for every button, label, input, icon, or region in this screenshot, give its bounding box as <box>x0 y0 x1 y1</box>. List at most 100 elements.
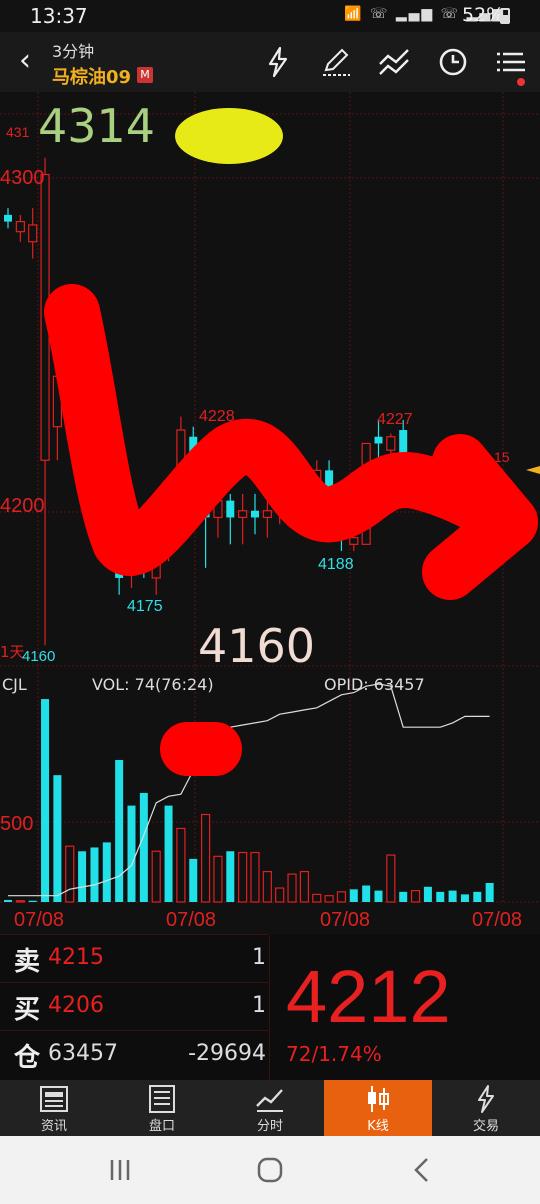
candle-body <box>262 510 272 519</box>
clock-icon[interactable] <box>435 44 471 80</box>
volume-bar <box>78 851 87 902</box>
volume-bar <box>336 891 347 903</box>
tab-orderbook[interactable]: 盘口 <box>108 1080 216 1136</box>
back-nav-icon <box>414 1158 428 1182</box>
candle-body <box>349 537 359 545</box>
tab-label: 分时 <box>256 1119 283 1134</box>
yellow-scribble <box>175 108 283 164</box>
battery-icon <box>500 8 510 24</box>
candle-body <box>386 436 396 451</box>
low-marker: 4160 <box>22 648 55 665</box>
oi-change: -29694 <box>188 1041 266 1066</box>
back-nav-button[interactable] <box>402 1152 442 1188</box>
handwritten-low: 4160 <box>198 619 315 673</box>
instrument-name[interactable]: 马棕油09 <box>52 63 131 89</box>
volume-bar <box>460 894 469 902</box>
bid-row[interactable]: 买 4206 1 <box>0 982 268 1030</box>
candle-body <box>226 500 235 518</box>
tab-label: 盘口 <box>148 1119 175 1134</box>
quote-panel: 卖 4215 1 买 4206 1 仓 63457 -29694 4212 72… <box>0 934 540 1080</box>
orderbook-icon <box>149 1085 175 1113</box>
bid-price: 4206 <box>48 993 104 1018</box>
handwritten-high: 4314 <box>38 99 155 153</box>
high-marker: 431 <box>6 124 30 140</box>
tab-kline[interactable]: K线 <box>324 1080 432 1136</box>
volume-bar <box>362 885 371 902</box>
candle-body <box>4 214 12 222</box>
annotation-4175: 4175 <box>127 598 163 615</box>
chart-canvas[interactable]: 4300 4200 431 1天 4160 15 4228 4227 4175 … <box>0 92 540 934</box>
kline-chart[interactable]: 4300 4200 431 1天 4160 15 4228 4227 4175 … <box>0 92 540 934</box>
volume-bar <box>65 845 75 903</box>
candle-body <box>238 510 248 519</box>
volume-bar <box>102 842 111 902</box>
period-label[interactable]: 3分钟 <box>52 38 94 62</box>
indicator-icon[interactable] <box>376 44 412 80</box>
ask-row[interactable]: 卖 4215 1 <box>0 934 268 982</box>
volume-bar <box>262 870 272 903</box>
axis-label-4300: 4300 <box>0 167 45 189</box>
date-label: 07/08 <box>320 909 370 931</box>
volume-bar <box>4 899 12 902</box>
quote-divider <box>269 934 270 1080</box>
tab-trade[interactable]: 交易 <box>432 1080 540 1136</box>
volume-layer <box>4 699 494 903</box>
volume-bar <box>436 891 445 902</box>
volume-bar <box>201 813 211 903</box>
volume-bar <box>189 858 198 902</box>
volume-bar <box>473 891 482 902</box>
red-arrow-drawing <box>44 284 538 576</box>
volume-bar <box>312 893 322 903</box>
volume-bar <box>28 900 37 902</box>
volume-bar <box>41 699 50 902</box>
home-icon <box>257 1157 283 1183</box>
tab-timeshare[interactable]: 分时 <box>216 1080 324 1136</box>
indicator-name[interactable]: CJL <box>2 675 27 694</box>
home-button[interactable] <box>250 1152 290 1188</box>
candle-body <box>15 220 25 233</box>
volume-bar <box>386 854 396 903</box>
clock-time: 13:37 <box>30 4 88 28</box>
candlestick-icon <box>368 1086 389 1112</box>
notification-dot <box>517 78 525 86</box>
battery-level: 52% <box>462 4 505 26</box>
volume-bar <box>410 889 421 903</box>
period-tag: 1天 <box>0 643 25 661</box>
oi-label: 仓 <box>14 1043 41 1073</box>
last-price-marker <box>526 466 540 474</box>
ask-price: 4215 <box>48 945 104 970</box>
volume-bar <box>90 847 99 902</box>
back-button[interactable]: ‹ <box>10 44 40 80</box>
volume-bar <box>250 851 260 903</box>
lightning-icon[interactable] <box>260 44 296 80</box>
volume-bar <box>299 870 309 903</box>
volume-bar <box>15 900 25 903</box>
draw-icon[interactable] <box>318 44 354 80</box>
price-change: 72/1.74% <box>286 1042 382 1066</box>
volume-bar <box>53 775 62 902</box>
bottom-tab-bar: 资讯 盘口 分时 K线 交易 <box>0 1080 540 1136</box>
volume-bar <box>238 851 248 903</box>
volume-bar <box>287 873 297 903</box>
market-badge: M <box>137 67 153 83</box>
menu-icon[interactable] <box>493 44 529 80</box>
volume-bar <box>127 805 136 902</box>
buy-label: 买 <box>14 995 41 1025</box>
date-label: 07/08 <box>472 909 522 931</box>
ask-volume: 1 <box>252 945 266 970</box>
date-label: 07/08 <box>166 909 216 931</box>
volume-bar <box>226 851 235 902</box>
tab-news[interactable]: 资讯 <box>0 1080 108 1136</box>
volume-bar <box>139 792 148 902</box>
axis-label-4200: 4200 <box>0 495 45 517</box>
recent-apps-button[interactable] <box>100 1152 140 1188</box>
volume-bar <box>115 759 124 902</box>
recent-apps-icon <box>110 1160 130 1180</box>
volume-bar <box>423 886 432 902</box>
sell-label: 卖 <box>14 947 41 977</box>
indicator-opid: OPID: 63457 <box>324 675 425 694</box>
tab-label: K线 <box>367 1119 389 1134</box>
open-interest: 63457 <box>48 1041 118 1066</box>
timeshare-icon <box>256 1089 283 1112</box>
last-price: 4212 <box>286 955 451 1038</box>
